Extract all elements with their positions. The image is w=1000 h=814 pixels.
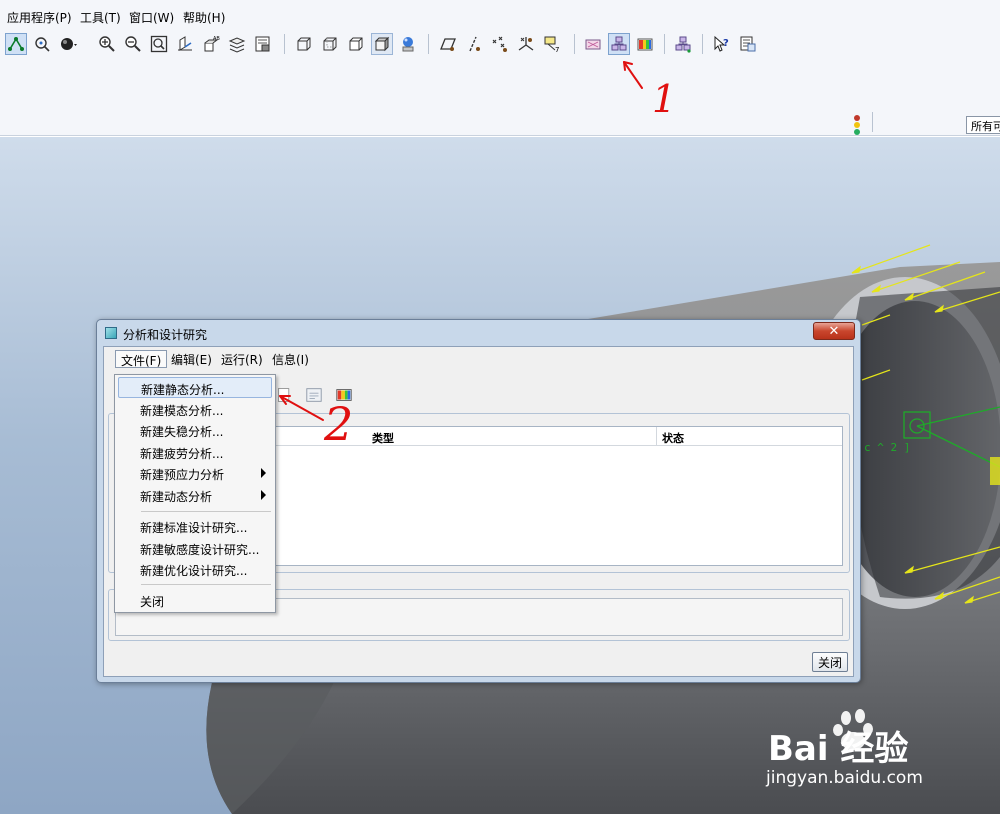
menu-item-new-sensitivity-study[interactable]: 新建敏感度设计研究... — [118, 538, 272, 559]
dialog-title: 分析和设计研究 — [123, 328, 208, 342]
file-dropdown-menu: 新建静态分析... 新建模态分析... 新建失稳分析... 新建疲劳分析... … — [114, 374, 276, 613]
review-results-icon[interactable] — [332, 383, 356, 407]
watermark-brand-text: Bai 经验 — [768, 729, 908, 769]
dialog-toolbar — [272, 382, 358, 408]
toolbar-separator — [428, 34, 429, 54]
annotation-icon[interactable]: 7 — [541, 33, 563, 55]
menu-item-label: 新建预应力分析 — [140, 468, 225, 482]
dialog-titlebar[interactable]: 分析和设计研究 ✕ — [97, 320, 860, 346]
toolbar-separator — [574, 34, 575, 54]
wireframe-icon[interactable] — [293, 33, 315, 55]
watermark-url: jingyan.baidu.com — [766, 768, 923, 788]
svg-text:AB: AB — [213, 36, 220, 42]
zoom-out-icon[interactable] — [122, 33, 144, 55]
toolbar-separator — [664, 34, 665, 54]
ribbon-divider — [872, 112, 873, 132]
no-hidden-icon[interactable] — [345, 33, 367, 55]
status-icon[interactable] — [302, 383, 326, 407]
menu-item-label: 新建模态分析... — [140, 404, 224, 418]
reorient-icon[interactable] — [174, 33, 196, 55]
refit-icon[interactable] — [148, 33, 170, 55]
sphere-icon[interactable] — [57, 33, 79, 55]
menu-item-new-standard-study[interactable]: 新建标准设计研究... — [118, 516, 272, 537]
menu-help[interactable]: 帮助(H) — [183, 9, 225, 26]
menu-item-new-optimization-study[interactable]: 新建优化设计研究... — [118, 559, 272, 580]
model-label: c ^ 2 ] — [864, 441, 910, 454]
menu-tools[interactable]: 工具(T) — [80, 9, 121, 26]
results-icon[interactable] — [634, 33, 656, 55]
analysis-icon[interactable] — [582, 33, 604, 55]
design-study-icon[interactable] — [608, 33, 630, 55]
info-icon[interactable] — [737, 33, 759, 55]
zoom-in-icon[interactable] — [96, 33, 118, 55]
ribbon-area — [0, 60, 1000, 136]
datum-axis-icon[interactable] — [463, 33, 485, 55]
datum-plane-icon[interactable] — [437, 33, 459, 55]
menu-item-label: 新建标准设计研究... — [140, 521, 248, 535]
menu-item-label: 新建动态分析 — [140, 490, 213, 504]
toolbar-separator — [284, 34, 285, 54]
menu-item-label: 关闭 — [140, 595, 165, 609]
menu-item-label: 新建疲劳分析... — [140, 447, 224, 461]
layer-icon[interactable] — [226, 33, 248, 55]
spin-icon[interactable] — [31, 33, 53, 55]
hidden-line-icon[interactable] — [319, 33, 341, 55]
model-tree-icon[interactable] — [672, 33, 694, 55]
submenu-arrow-icon — [261, 468, 266, 478]
menu-item-new-prestress[interactable]: 新建预应力分析 — [118, 463, 272, 484]
appearance-icon[interactable] — [397, 33, 419, 55]
select-icon[interactable] — [5, 33, 27, 55]
close-button[interactable]: 关闭 — [812, 652, 848, 672]
menu-item-new-fatigue[interactable]: 新建疲劳分析... — [118, 442, 272, 463]
datum-point-icon[interactable] — [489, 33, 511, 55]
menu-item-label: 新建静态分析... — [141, 383, 225, 397]
whats-this-icon[interactable]: ? — [711, 33, 733, 55]
menu-applications[interactable]: 应用程序(P) — [7, 9, 72, 26]
column-separator — [656, 427, 657, 446]
toolbar: AB 7 ? — [0, 30, 1000, 60]
menu-separator — [141, 584, 271, 585]
named-view-icon[interactable]: AB — [200, 33, 222, 55]
svg-text:7: 7 — [555, 46, 559, 53]
dialog-menubar: 文件(F) 编辑(E) 运行(R) 信息(I) — [104, 347, 853, 369]
column-header-type[interactable]: 类型 — [372, 430, 394, 446]
csys-icon[interactable] — [515, 33, 537, 55]
menu-item-new-dynamic[interactable]: 新建动态分析 — [118, 485, 272, 506]
svg-text:?: ? — [723, 38, 729, 49]
dialog-app-icon — [105, 327, 117, 339]
menu-separator — [141, 511, 271, 512]
dialog-menu-run[interactable]: 运行(R) — [216, 350, 268, 368]
shading-icon[interactable] — [371, 33, 393, 55]
menu-window[interactable]: 窗口(W) — [129, 9, 174, 26]
menu-item-label: 新建敏感度设计研究... — [140, 543, 260, 557]
selection-filter-select[interactable]: 所有可 — [966, 116, 1000, 134]
menu-item-label: 新建优化设计研究... — [140, 564, 248, 578]
column-header-status[interactable]: 状态 — [662, 430, 684, 446]
dialog-menu-info[interactable]: 信息(I) — [267, 350, 314, 368]
dialog-close-icon[interactable]: ✕ — [813, 322, 855, 340]
menubar: 应用程序(P) 工具(T) 窗口(W) 帮助(H) — [0, 0, 1000, 30]
dialog-menu-file[interactable]: 文件(F) — [115, 350, 168, 368]
menu-item-new-static[interactable]: 新建静态分析... — [118, 377, 272, 398]
traffic-light-icon[interactable] — [852, 114, 862, 136]
toolbar-separator — [702, 34, 703, 54]
view-manager-icon[interactable] — [252, 33, 274, 55]
menu-item-new-buckling[interactable]: 新建失稳分析... — [118, 420, 272, 441]
menu-item-label: 新建失稳分析... — [140, 425, 224, 439]
submenu-arrow-icon — [261, 490, 266, 500]
dialog-menu-edit[interactable]: 编辑(E) — [166, 350, 217, 368]
menu-item-new-modal[interactable]: 新建模态分析... — [118, 399, 272, 420]
menu-item-close[interactable]: 关闭 — [118, 590, 272, 611]
